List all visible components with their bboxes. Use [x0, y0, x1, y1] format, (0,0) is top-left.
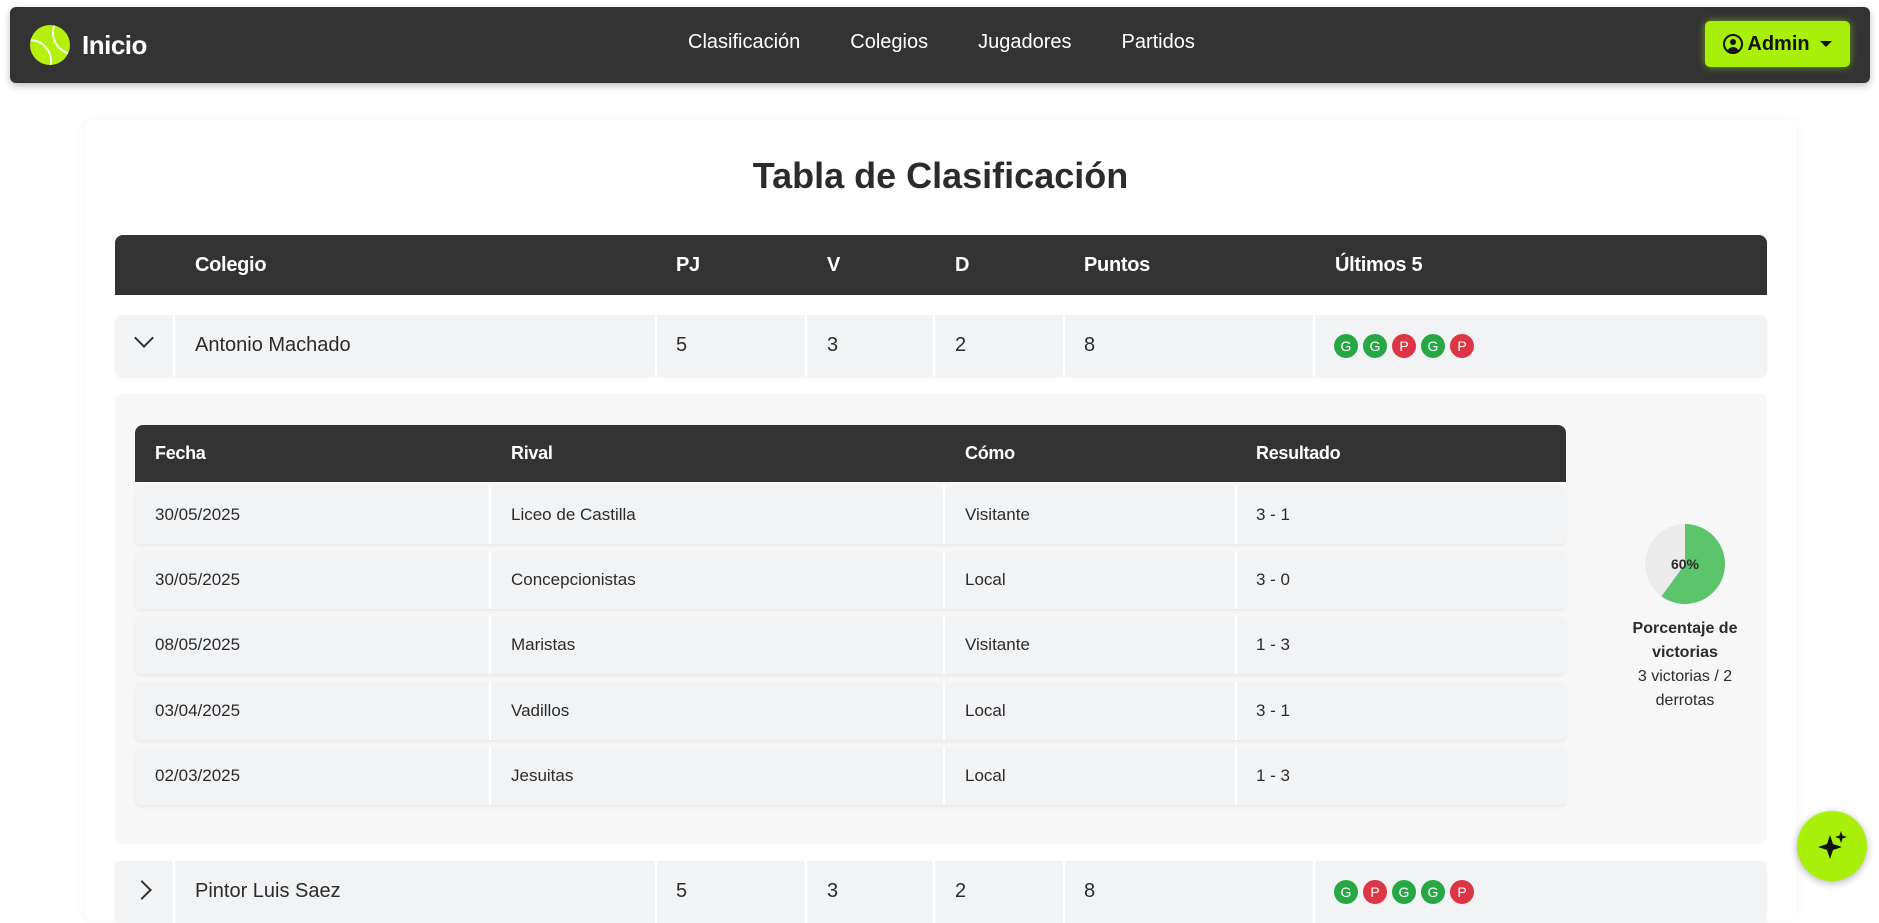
nav-link-clasificacion[interactable]: Clasificación — [688, 31, 800, 54]
pie-percent-label: 60% — [1671, 556, 1700, 572]
match-result: 1 - 3 — [1256, 766, 1291, 785]
brand-link[interactable]: Inicio — [30, 25, 147, 65]
result-badge: P — [1363, 880, 1387, 904]
match-result: 3 - 0 — [1256, 570, 1291, 589]
header-puntos: Puntos — [1084, 254, 1150, 276]
header-fecha: Fecha — [155, 443, 206, 463]
match-row: 30/05/2025 Concepcionistas Local 3 - 0 — [135, 551, 1566, 609]
result-badge: G — [1334, 334, 1358, 358]
match-rival: Jesuitas — [511, 766, 574, 785]
result-badge: G — [1392, 880, 1416, 904]
match-row: 02/03/2025 Jesuitas Local 1 - 3 — [135, 747, 1566, 805]
match-rival: Vadillos — [511, 701, 570, 720]
match-detail-panel: Fecha Rival Cómo Resultado 30/05/2025 Li… — [115, 394, 1767, 844]
result-badge: G — [1334, 880, 1358, 904]
match-date: 03/04/2025 — [155, 701, 241, 720]
standings-card: Tabla de Clasificación Colegio PJ V D Pu… — [85, 120, 1796, 923]
pj-value: 5 — [676, 334, 688, 356]
match-rival: Concepcionistas — [511, 570, 636, 589]
nav-link-colegios[interactable]: Colegios — [850, 31, 928, 54]
result-badge: G — [1421, 880, 1445, 904]
d-value: 2 — [955, 880, 967, 902]
header-resultado: Resultado — [1256, 443, 1341, 463]
admin-dropdown-button[interactable]: Admin — [1705, 21, 1850, 67]
match-date: 30/05/2025 — [155, 570, 241, 589]
match-venue: Visitante — [965, 505, 1030, 524]
tennis-ball-icon — [30, 25, 70, 65]
d-value: 2 — [955, 334, 967, 356]
match-venue: Local — [965, 766, 1006, 785]
chevron-right-icon[interactable] — [132, 880, 152, 900]
win-percentage-title: Porcentaje de victorias — [1632, 620, 1738, 661]
match-result: 1 - 3 — [1256, 635, 1291, 654]
page-title: Tabla de Clasificación — [752, 155, 1129, 196]
school-name: Antonio Machado — [195, 334, 351, 356]
match-row: 03/04/2025 Vadillos Local 3 - 1 — [135, 682, 1566, 740]
nav-link-jugadores[interactable]: Jugadores — [978, 31, 1071, 54]
header-pj: PJ — [676, 254, 700, 276]
standings-header: Colegio PJ V D Puntos Últimos 5 — [115, 235, 1767, 295]
assistant-fab-button[interactable] — [1797, 811, 1867, 881]
last5-badges: G P G G P — [1334, 880, 1479, 904]
win-percentage-widget: 60% Porcentaje de victorias 3 victorias … — [1615, 522, 1755, 713]
standings-row-antonio-machado[interactable]: Antonio Machado 5 3 2 8 G G P G P — [115, 315, 1767, 377]
match-result: 3 - 1 — [1256, 701, 1291, 720]
win-loss-summary: 3 victorias / 2 derrotas — [1637, 668, 1733, 709]
match-venue: Visitante — [965, 635, 1030, 654]
win-pie-chart: 60% — [1645, 524, 1726, 604]
puntos-value: 8 — [1084, 334, 1096, 356]
header-colegio: Colegio — [195, 254, 267, 276]
matches-header: Fecha Rival Cómo Resultado — [135, 425, 1566, 482]
header-ultimos-5: Últimos 5 — [1335, 254, 1423, 276]
sparkles-icon — [1818, 831, 1847, 859]
nav-links: Clasificación Colegios Jugadores Partido… — [688, 31, 1245, 54]
puntos-value: 8 — [1084, 880, 1096, 902]
match-date: 30/05/2025 — [155, 505, 241, 524]
header-rival: Rival — [511, 443, 553, 463]
result-badge: G — [1421, 334, 1445, 358]
header-como: Cómo — [965, 443, 1015, 463]
chevron-down-icon[interactable] — [134, 328, 154, 348]
header-v: V — [827, 254, 841, 276]
nav-link-partidos[interactable]: Partidos — [1122, 31, 1195, 54]
result-badge: P — [1392, 334, 1416, 358]
match-rival: Maristas — [511, 635, 576, 654]
match-row: 30/05/2025 Liceo de Castilla Visitante 3… — [135, 486, 1566, 544]
admin-label: Admin — [1747, 32, 1810, 55]
user-circle-icon — [1723, 34, 1744, 54]
result-badge: P — [1450, 334, 1474, 358]
match-date: 02/03/2025 — [155, 766, 241, 785]
match-date: 08/05/2025 — [155, 635, 241, 654]
standings-row-pintor-luis-saez[interactable]: Pintor Luis Saez 5 3 2 8 G P G G P — [115, 861, 1767, 923]
v-value: 3 — [827, 334, 839, 356]
last5-badges: G G P G P — [1334, 334, 1479, 358]
match-row: 08/05/2025 Maristas Visitante 1 - 3 — [135, 616, 1566, 674]
v-value: 3 — [827, 880, 839, 902]
match-rival: Liceo de Castilla — [511, 505, 636, 524]
result-badge: G — [1363, 334, 1387, 358]
brand-label: Inicio — [82, 29, 147, 60]
match-result: 3 - 1 — [1256, 505, 1291, 524]
match-venue: Local — [965, 570, 1006, 589]
navbar: Inicio Clasificación Colegios Jugadores … — [10, 7, 1870, 83]
header-d: D — [955, 254, 970, 276]
caret-down-icon — [1819, 41, 1832, 47]
result-badge: P — [1450, 880, 1474, 904]
school-name: Pintor Luis Saez — [195, 880, 341, 902]
pj-value: 5 — [676, 880, 688, 902]
match-venue: Local — [965, 701, 1006, 720]
